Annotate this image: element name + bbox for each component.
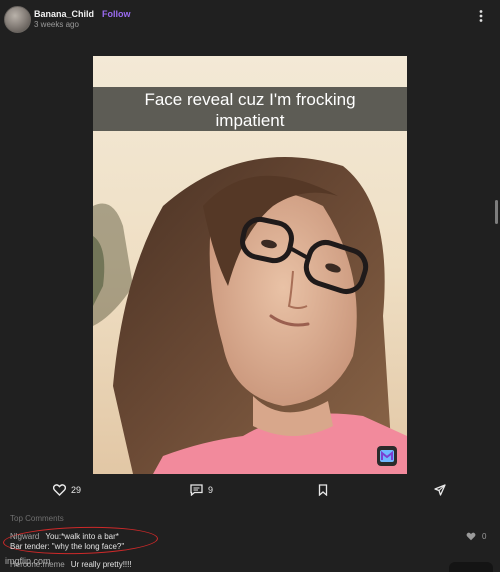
scrollbar-thumb[interactable]	[495, 200, 498, 224]
imgflip-watermark: imgflip.com	[5, 556, 51, 566]
meme-caption: Face reveal cuz I'm frocking impatient	[93, 87, 407, 131]
like-button[interactable]: 29	[53, 484, 81, 496]
caption-line-1: Face reveal cuz I'm frocking	[144, 90, 356, 109]
post-actions: 29 9	[0, 484, 500, 504]
comment-text-line-1: You:*walk into a bar*	[45, 532, 119, 541]
comment-text: Ur really pretty!!!!	[70, 560, 132, 569]
comment-author[interactable]: Nlgward	[10, 532, 39, 541]
comment-item: Nlgward You:*walk into a bar* Bar tender:…	[10, 532, 124, 552]
username[interactable]: Banana_Child	[34, 9, 94, 19]
more-options-icon[interactable]	[474, 9, 488, 23]
heart-icon	[53, 484, 66, 496]
save-button[interactable]	[318, 484, 328, 496]
comment-text-line-2: Bar tender: "why the long face?"	[10, 542, 125, 551]
post-image[interactable]: Face reveal cuz I'm frocking impatient	[93, 56, 407, 474]
comment-icon	[190, 484, 203, 496]
app-logo-icon	[377, 446, 397, 466]
top-comments-label: Top Comments	[10, 514, 64, 523]
post-timestamp: 3 weeks ago	[34, 20, 79, 29]
comment-count: 9	[208, 485, 214, 495]
avatar[interactable]	[4, 6, 31, 33]
bookmark-icon	[318, 484, 328, 496]
comment-like-count: 0	[482, 532, 487, 541]
comment-button[interactable]: 9	[190, 484, 213, 496]
like-count: 29	[71, 485, 82, 495]
floating-button[interactable]	[449, 562, 493, 572]
caption-line-2: impatient	[215, 111, 285, 130]
share-icon	[434, 484, 446, 496]
post-header: Banana_Child Follow 3 weeks ago	[0, 0, 500, 36]
heart-icon	[466, 532, 476, 541]
share-button[interactable]	[434, 484, 446, 496]
follow-button[interactable]: Follow	[102, 9, 131, 19]
comment-like-button[interactable]: 0	[466, 532, 486, 541]
